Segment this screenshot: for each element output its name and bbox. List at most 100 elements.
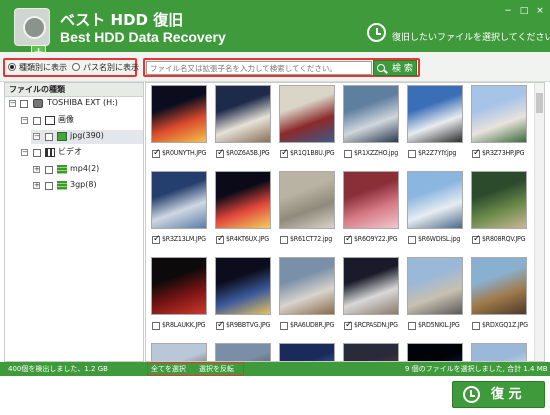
file-tile[interactable]: $R6WDISL.jpg (404, 171, 466, 250)
images-checkbox[interactable] (33, 117, 41, 125)
mp4-checkbox[interactable] (45, 166, 53, 174)
file-tile[interactable] (276, 343, 338, 361)
file-checkbox[interactable] (216, 148, 225, 158)
photo-thumbnail[interactable] (151, 85, 207, 143)
file-checkbox[interactable] (216, 234, 225, 244)
file-tile[interactable]: $R3Z13LM.JPG (148, 171, 210, 250)
file-checkbox[interactable] (152, 148, 161, 158)
file-tile[interactable]: $R808RQV.JPG (468, 171, 530, 250)
tree-drive-label[interactable]: TOSHIBA EXT (H:) (47, 96, 118, 110)
photo-thumbnail[interactable] (151, 257, 207, 315)
file-checkbox[interactable] (408, 150, 416, 158)
photo-thumbnail[interactable] (471, 343, 527, 361)
by-type-label[interactable]: 種類別に表示 (19, 62, 67, 73)
3gp-expander[interactable]: + (33, 182, 40, 189)
file-checkbox[interactable] (472, 148, 481, 158)
file-tile[interactable] (148, 343, 210, 361)
images-expander[interactable]: − (21, 117, 28, 124)
file-tile[interactable]: $R6O9Y22.JPG (340, 171, 402, 250)
file-tile[interactable] (340, 343, 402, 361)
radio-by-path[interactable] (72, 63, 80, 71)
file-checkbox[interactable] (408, 322, 416, 330)
photo-thumbnail[interactable] (151, 343, 207, 361)
photo-thumbnail[interactable] (215, 85, 271, 143)
invert-selection-link[interactable]: 選択を反転 (199, 362, 234, 376)
tree-jpg-label[interactable]: jpg(390) (70, 129, 104, 143)
file-tile[interactable]: $RD5NKIL.JPG (404, 257, 466, 336)
file-tile[interactable]: $R4KT6UX.JPG (212, 171, 274, 250)
file-tile[interactable] (468, 343, 530, 361)
file-checkbox[interactable] (344, 150, 352, 158)
photo-thumbnail[interactable] (343, 257, 399, 315)
photo-thumbnail[interactable] (343, 343, 399, 361)
scrollbar-thumb[interactable] (536, 93, 543, 113)
file-checkbox[interactable] (344, 320, 353, 330)
vertical-scrollbar[interactable] (534, 83, 544, 361)
photo-thumbnail[interactable] (279, 257, 335, 315)
video-checkbox[interactable] (33, 149, 41, 157)
file-checkbox[interactable] (472, 234, 481, 244)
search-input[interactable] (146, 61, 372, 75)
photo-thumbnail[interactable] (343, 171, 399, 229)
header-hint: 復旧したいファイルを選択してください (392, 33, 550, 43)
video-expander[interactable]: − (21, 149, 28, 156)
drive-expander[interactable]: − (9, 100, 16, 107)
maximize-button[interactable]: □ (518, 6, 530, 16)
mp4-expander[interactable]: + (33, 166, 40, 173)
photo-thumbnail[interactable] (343, 85, 399, 143)
photo-thumbnail[interactable] (215, 343, 271, 361)
tree-3gp-label[interactable]: 3gp(8) (70, 178, 97, 192)
jpg-checkbox[interactable] (45, 133, 53, 141)
photo-thumbnail[interactable] (279, 85, 335, 143)
file-tile[interactable]: $R2Z7YIY.jpg (404, 85, 466, 164)
photo-thumbnail[interactable] (279, 171, 335, 229)
file-checkbox[interactable] (472, 322, 480, 330)
file-tile[interactable]: $RA6UD8R.JPG (276, 257, 338, 336)
drive-checkbox[interactable] (20, 100, 28, 108)
file-tile[interactable]: $RCPASDN.JPG (340, 257, 402, 336)
search-button[interactable]: 検 索 (373, 60, 417, 76)
photo-thumbnail[interactable] (471, 171, 527, 229)
tree-mp4-label[interactable]: mp4(2) (70, 162, 99, 176)
file-checkbox[interactable] (344, 234, 353, 244)
file-tile[interactable]: $R9BBTVG.JPG (212, 257, 274, 336)
file-tile[interactable]: $R0Z6A5B.JPG (212, 85, 274, 164)
jpg-expander[interactable]: − (33, 133, 40, 140)
close-button[interactable]: × (534, 6, 546, 16)
photo-thumbnail[interactable] (279, 343, 335, 361)
file-tile[interactable]: $R8LAUKK.JPG (148, 257, 210, 336)
photo-thumbnail[interactable] (407, 257, 463, 315)
photo-thumbnail[interactable] (407, 343, 463, 361)
file-tile[interactable]: $R61CT72.jpg (276, 171, 338, 250)
file-tile[interactable]: $RDXGQ1Z.JPG (468, 257, 530, 336)
minimize-button[interactable]: − (502, 6, 514, 16)
file-tile[interactable]: $R1Q1B8U.JPG (276, 85, 338, 164)
file-checkbox[interactable] (152, 234, 161, 244)
file-tile[interactable] (212, 343, 274, 361)
photo-thumbnail[interactable] (407, 171, 463, 229)
recover-button[interactable]: 復 元 (452, 381, 545, 408)
3gp-checkbox[interactable] (45, 182, 53, 190)
by-path-label[interactable]: パス名別に表示 (83, 62, 139, 73)
file-checkbox[interactable] (408, 236, 416, 244)
photo-thumbnail[interactable] (471, 85, 527, 143)
photo-thumbnail[interactable] (215, 257, 271, 315)
file-tile[interactable]: $R3Z73HP.JPG (468, 85, 530, 164)
hdd-logo-icon: + (14, 8, 50, 59)
file-tile[interactable]: $R0UNYTH.JPG (148, 85, 210, 164)
tree-video-label[interactable]: ビデオ (58, 145, 82, 159)
photo-thumbnail[interactable] (471, 257, 527, 315)
file-checkbox[interactable] (216, 320, 225, 330)
tree-images-label[interactable]: 画像 (58, 113, 74, 127)
radio-by-type[interactable] (8, 63, 16, 71)
file-tile[interactable] (404, 343, 466, 361)
file-checkbox[interactable] (280, 322, 288, 330)
photo-thumbnail[interactable] (215, 171, 271, 229)
file-checkbox[interactable] (152, 322, 160, 330)
file-checkbox[interactable] (280, 236, 288, 244)
file-checkbox[interactable] (280, 148, 289, 158)
photo-thumbnail[interactable] (151, 171, 207, 229)
file-tile[interactable]: $R1XZZHO.jpg (340, 85, 402, 164)
photo-thumbnail[interactable] (407, 85, 463, 143)
select-all-link[interactable]: 全てを選択 (151, 362, 186, 376)
